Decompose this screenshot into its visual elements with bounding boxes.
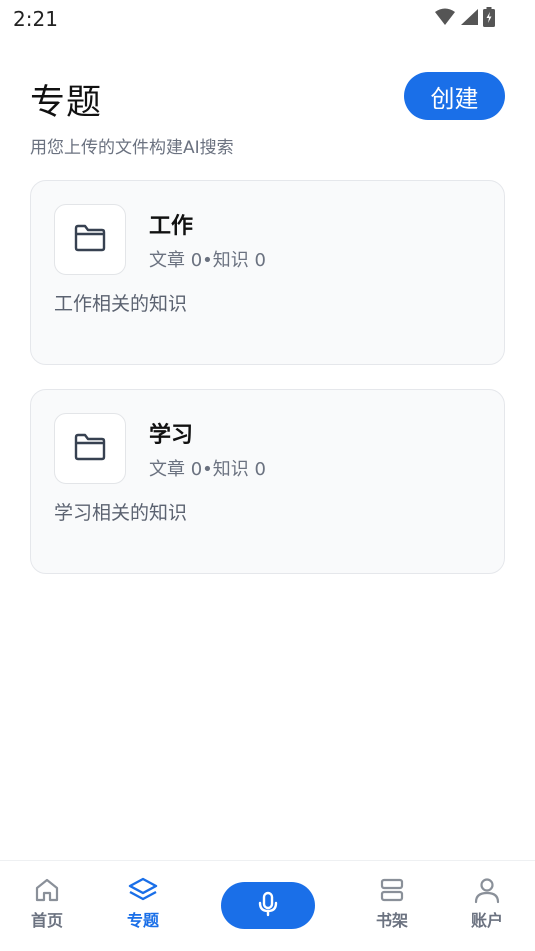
bookshelf-icon <box>362 875 422 905</box>
nav-item-topics[interactable]: 专题 <box>113 875 173 931</box>
folder-icon <box>73 223 107 257</box>
topic-name: 学习 <box>149 423 194 448</box>
nav-label: 专题 <box>126 911 159 930</box>
home-icon <box>17 875 77 905</box>
topic-icon-box <box>54 413 126 484</box>
status-icons <box>435 7 495 31</box>
battery-charging-icon <box>483 7 495 31</box>
topic-description: 学习相关的知识 <box>54 502 188 524</box>
nav-item-bookshelf[interactable]: 书架 <box>362 875 422 931</box>
microphone-button[interactable] <box>221 882 315 929</box>
microphone-icon <box>255 890 281 922</box>
create-button[interactable]: 创建 <box>404 72 505 120</box>
layers-icon <box>113 875 173 905</box>
signal-icon <box>460 8 478 30</box>
nav-label: 书架 <box>375 911 408 930</box>
topic-card-work[interactable]: 工作 文章 0•知识 0 工作相关的知识 <box>30 180 505 365</box>
nav-item-account[interactable]: 账户 <box>457 875 517 931</box>
page-header: 专题 用您上传的文件构建AI搜索 创建 <box>30 70 505 160</box>
nav-label: 首页 <box>30 911 63 930</box>
bottom-nav: 首页 专题 书架 账户 <box>0 860 535 951</box>
topic-description: 工作相关的知识 <box>54 293 188 315</box>
wifi-icon <box>435 8 455 30</box>
nav-item-home[interactable]: 首页 <box>17 875 77 931</box>
nav-label: 账户 <box>470 911 503 930</box>
status-time: 2:21 <box>13 7 58 31</box>
topic-card-study[interactable]: 学习 文章 0•知识 0 学习相关的知识 <box>30 389 505 574</box>
user-icon <box>457 875 517 905</box>
topic-icon-box <box>54 204 126 275</box>
page-title: 专题 <box>30 83 103 123</box>
page-subtitle: 用您上传的文件构建AI搜索 <box>30 138 234 158</box>
status-bar: 2:21 <box>0 0 535 36</box>
topic-stats: 文章 0•知识 0 <box>149 250 266 271</box>
folder-icon <box>73 432 107 466</box>
topic-stats: 文章 0•知识 0 <box>149 459 266 480</box>
topic-name: 工作 <box>149 214 194 239</box>
